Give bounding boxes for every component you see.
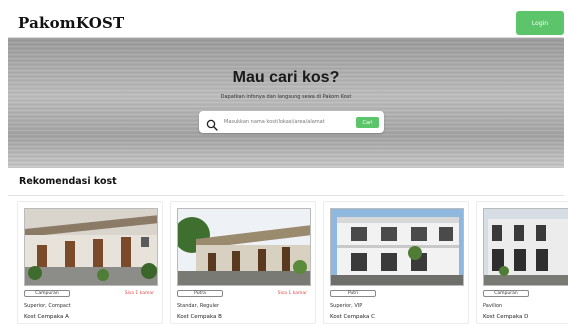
card-category: Superior, VIP — [330, 303, 363, 309]
brand-logo[interactable]: PakomKOST — [18, 14, 124, 32]
kost-photo — [177, 208, 311, 286]
card-title[interactable]: Kost Cempaka C — [330, 314, 375, 320]
section-divider — [8, 195, 564, 196]
search-input[interactable] — [224, 116, 348, 128]
card-title[interactable]: Kost Cempaka B — [177, 314, 222, 320]
type-badge: Putri — [330, 290, 376, 297]
top-navbar: PakomKOST Login — [8, 8, 564, 38]
app-frame: PakomKOST Login Mau cari kos? Dapatkan i… — [0, 0, 568, 324]
search-button[interactable]: Cari — [356, 117, 379, 128]
kost-card[interactable]: Putri Superior, VIP Kost Cempaka C — [323, 201, 469, 324]
search-icon — [206, 116, 218, 131]
kost-card[interactable]: Campuran Pavilion Kost Cempaka D — [476, 201, 568, 324]
kost-card[interactable]: Putra Sisa 1 kamar Standar, Reguler Kost… — [170, 201, 316, 324]
type-badge: Putra — [177, 290, 223, 297]
card-category: Pavilion — [483, 303, 503, 309]
kost-card[interactable]: Campuran Sisa 1 kamar Superior, Compact … — [17, 201, 163, 324]
hero-title: Mau cari kos? — [232, 69, 340, 86]
type-badge: Campuran — [24, 290, 70, 297]
kost-photo — [483, 208, 568, 286]
type-badge: Campuran — [483, 290, 529, 297]
card-title[interactable]: Kost Cempaka D — [483, 314, 528, 320]
search-bar: Cari — [199, 111, 384, 133]
card-category: Standar, Reguler — [177, 303, 220, 309]
section-title: Rekomendasi kost — [19, 176, 117, 187]
hero-banner: Mau cari kos? Dapatkan infonya dan langs… — [8, 38, 564, 168]
card-category: Superior, Compact — [24, 303, 71, 309]
card-title[interactable]: Kost Cempaka A — [24, 314, 69, 320]
hero-subtitle: Dapatkan infonya dan langsung sewa di Pa… — [220, 94, 352, 100]
kost-photo — [24, 208, 158, 286]
availability-label: Sisa 1 kamar — [124, 291, 154, 296]
login-button[interactable]: Login — [516, 11, 564, 35]
kost-photo — [330, 208, 464, 286]
availability-label: Sisa 1 kamar — [277, 291, 307, 296]
